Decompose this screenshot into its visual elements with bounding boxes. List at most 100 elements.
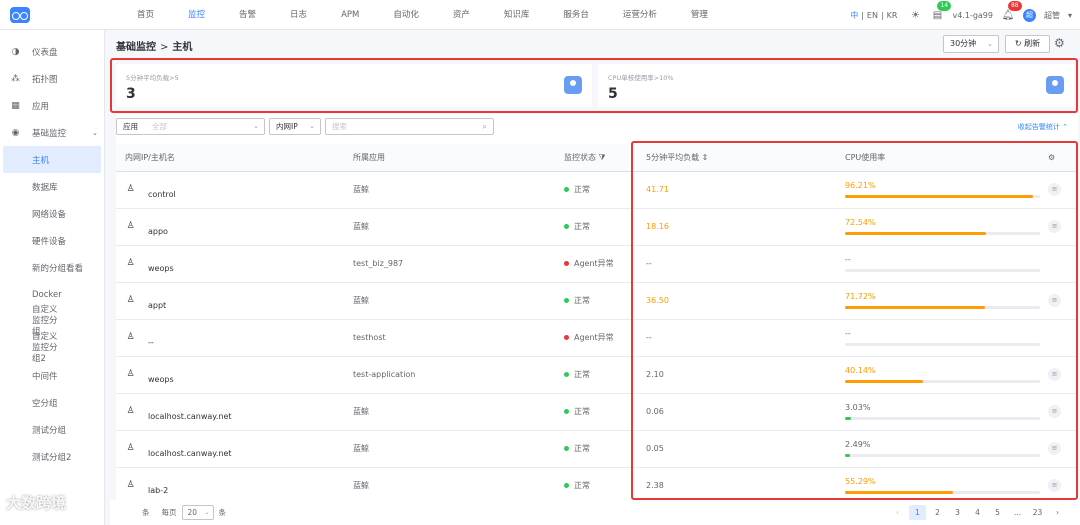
sidebar-sub-test-group[interactable]: 测试分组 [0,416,104,443]
avatar[interactable]: 超 [1022,8,1036,22]
more-menu-icon[interactable]: ≡ [1048,479,1061,492]
linux-icon: ♙ [126,332,135,342]
more-menu-icon[interactable]: ≡ [1048,368,1061,381]
page-ellipsis[interactable]: ... [1009,505,1026,520]
table-row[interactable]: ♙ -- testhost Agent异常 -- -- [116,319,1078,357]
nav-manage[interactable]: 管理 [674,0,725,30]
sidebar-item-app[interactable]: ▦ 应用 [0,92,104,119]
host-name[interactable]: localhost.canway.net [148,439,232,458]
page-4[interactable]: 4 [969,505,986,520]
sidebar-sub-host[interactable]: 主机 [3,146,101,173]
app-filter-select[interactable]: 应用 全部 ⌄ [116,118,265,135]
breadcrumb-parent[interactable]: 基础监控 [116,42,156,53]
stat-card-cpu[interactable]: CPU单核使用率>10% 5 [598,64,1074,107]
col-load[interactable]: 5分钟平均负载 ⇕ [637,144,845,172]
page-2[interactable]: 2 [929,505,946,520]
sidebar-sub-custom-group-2[interactable]: 自定义监控分组2 [0,332,104,364]
host-name[interactable]: appo [148,217,168,236]
cpu-value: 71.72% [845,292,876,301]
sort-icon[interactable]: ⇕ [702,153,709,162]
theme-sun-icon[interactable]: ☀ [908,8,922,22]
table-row[interactable]: ♙ lab-2 蓝鲸 正常 2.38 55.29% ≡ [116,467,1078,505]
nav-alarm[interactable]: 告警 [222,0,273,30]
sidebar-sub-custom-group[interactable]: 自定义监控分组 [0,305,104,337]
time-range-select[interactable]: 30分钟 ⌄ [943,35,999,53]
row-menu-cell: ≡ [1048,356,1078,394]
nav-assets[interactable]: 资产 [436,0,487,30]
sidebar-item-basic-monitor[interactable]: ◉ 基础监控 ⌄ [0,119,104,146]
nav-log[interactable]: 日志 [273,0,324,30]
host-name[interactable]: appt [148,291,166,310]
chevron-down-icon[interactable]: ▾ [1068,11,1072,20]
nav-monitor[interactable]: 监控 [171,0,222,30]
table-row[interactable]: ♙ localhost.canway.net 蓝鲸 正常 0.06 3.03% ≡ [116,393,1078,431]
nav-home[interactable]: 首页 [120,0,171,30]
nav-knowledge[interactable]: 知识库 [487,0,547,30]
more-menu-icon[interactable]: ≡ [1048,405,1061,418]
more-menu-icon[interactable]: ≡ [1048,442,1061,455]
more-menu-icon[interactable]: ≡ [1048,294,1061,307]
search-icon[interactable]: ⌕ [483,119,487,134]
host-name[interactable]: weops [148,365,174,384]
col-app[interactable]: 所属应用 [353,144,564,172]
table-row[interactable]: ♙ weops test-application 正常 2.10 40.14% ≡ [116,356,1078,394]
column-settings-icon[interactable]: ⚙ [1048,144,1078,172]
page-size-select[interactable]: 20 ⌄ [181,505,214,520]
load-value: -- [646,259,652,268]
host-name[interactable]: localhost.canway.net [148,402,232,421]
host-name[interactable]: control [148,180,176,199]
cpu-progress-fill [845,380,924,383]
nav-apm[interactable]: APM [324,0,376,30]
nav-ops-analysis[interactable]: 运营分析 [606,0,674,30]
sidebar-sub-new-group[interactable]: 新的分组看看 [0,254,104,281]
load-cell: 41.71 [637,171,845,209]
prev-page-icon[interactable]: ‹ [889,505,906,520]
more-menu-icon[interactable]: ≡ [1048,183,1061,196]
page-5[interactable]: 5 [989,505,1006,520]
more-menu-icon[interactable]: ≡ [1048,220,1061,233]
sidebar-sub-middleware[interactable]: 中间件 [0,362,104,389]
col-cpu[interactable]: CPU使用率 [845,144,1048,172]
sidebar-sub-docker[interactable]: Docker [0,281,104,308]
sidebar-sub-empty-group[interactable]: 空分组 [0,389,104,416]
nav-automation[interactable]: 自动化 [376,0,436,30]
table-row[interactable]: ♙ appt 蓝鲸 正常 36.50 71.72% ≡ [116,282,1078,320]
col-host[interactable]: 内网IP/主机名 [116,144,353,172]
lang-en[interactable]: EN [864,11,881,20]
next-page-icon[interactable]: › [1049,505,1066,520]
filter-icon[interactable]: ⧩ [599,153,606,162]
host-name[interactable]: lab-2 [148,476,168,495]
page-3[interactable]: 3 [949,505,966,520]
bell-icon[interactable]: 🔔︎ 88 [1001,1,1022,22]
table-row[interactable]: ♙ control 蓝鲸 正常 41.71 96.21% ≡ [116,171,1078,209]
sidebar-item-topology[interactable]: ⁂ 拓扑图 [0,65,104,92]
sidebar-sub-hardware[interactable]: 硬件设备 [0,227,104,254]
field-select[interactable]: 内网IP ⌄ [269,118,321,135]
stat-card-load[interactable]: 5分钟平均负载>5 3 [116,64,592,107]
page-1[interactable]: 1 [909,505,926,520]
page-last[interactable]: 23 [1029,505,1046,520]
load-value: 2.10 [646,370,664,379]
table-row[interactable]: ♙ appo 蓝鲸 正常 18.16 72.54% ≡ [116,208,1078,246]
user-name[interactable]: 超管 [1044,10,1060,21]
linux-icon: ♙ [126,295,135,305]
table-row[interactable]: ♙ localhost.canway.net 蓝鲸 正常 0.05 2.49% ≡ [116,430,1078,468]
refresh-button[interactable]: ↻ 刷新 [1005,35,1050,53]
search-input[interactable]: 搜索 ⌕ [325,118,494,135]
task-icon[interactable]: ▤ 14 [930,1,952,22]
host-name[interactable]: weops [148,254,174,273]
col-status[interactable]: 监控状态 ⧩ [564,144,637,172]
sidebar-sub-test-group-2[interactable]: 测试分组2 [0,443,104,470]
lang-kr[interactable]: KR [884,11,901,20]
host-name[interactable]: -- [148,328,154,347]
app-logo[interactable] [0,0,40,30]
row-menu-cell [1048,245,1078,283]
lang-zh[interactable]: 中 [847,11,861,20]
sidebar-item-dashboard[interactable]: ◑ 仪表盘 [0,38,104,65]
nav-service-desk[interactable]: 服务台 [546,0,606,30]
table-row[interactable]: ♙ weops test_biz_987 Agent异常 -- -- [116,245,1078,283]
sidebar-sub-network[interactable]: 网络设备 [0,200,104,227]
collapse-stats-link[interactable]: 收起告警统计 ⌃ [1018,122,1068,132]
gear-icon[interactable]: ⚙ [1054,36,1065,50]
sidebar-sub-database[interactable]: 数据库 [0,173,104,200]
